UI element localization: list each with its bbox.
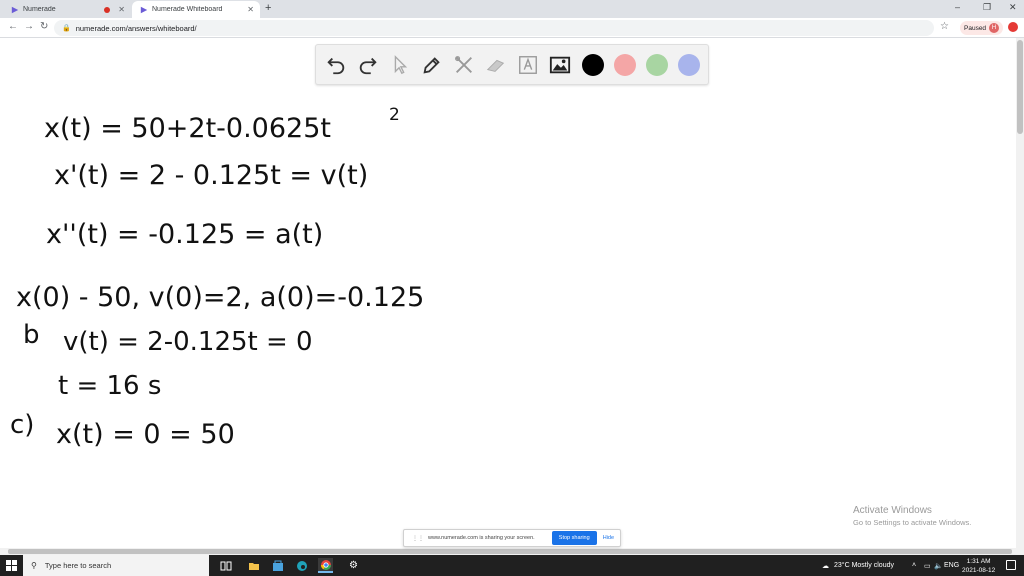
image-tool[interactable] [548, 53, 572, 77]
store-icon[interactable] [270, 558, 285, 573]
handwriting-label-c: c) [10, 410, 34, 440]
taskbar-search-input[interactable]: ⚲ Type here to search [23, 555, 209, 576]
reload-button[interactable]: ↻ [40, 21, 48, 32]
eraser-tool[interactable] [484, 53, 508, 77]
settings-gear-icon[interactable]: ⚙ [346, 558, 361, 573]
recording-icon [104, 6, 111, 13]
eraser-icon [486, 59, 505, 72]
search-icon: ⚲ [31, 561, 37, 570]
windows-start-icon[interactable] [6, 560, 17, 571]
clock-time: 1:31 AM [966, 558, 991, 565]
redo-button[interactable] [356, 53, 380, 77]
tab-title: Numerade [23, 6, 56, 13]
hide-button[interactable]: Hide [597, 535, 620, 541]
task-view-icon[interactable] [218, 558, 233, 573]
handwriting-label-b: b [23, 320, 40, 350]
screen: Numerade ✕ Numerade Whiteboard ✕ + – ❐ ✕… [0, 0, 1024, 576]
share-message: www.numerade.com is sharing your screen. [428, 535, 535, 541]
minimize-button[interactable]: – [955, 2, 960, 12]
image-icon [549, 56, 571, 74]
tab-numerade-whiteboard[interactable]: Numerade Whiteboard ✕ [132, 1, 260, 18]
address-text: numerade.com/answers/whiteboard/ [75, 23, 197, 33]
horizontal-scrollbar[interactable] [0, 548, 1024, 555]
watermark-title: Activate Windows [853, 505, 932, 516]
file-explorer-icon[interactable] [246, 558, 261, 573]
handwriting-exponent: 2 [389, 105, 400, 125]
forward-button[interactable]: → [24, 21, 34, 32]
text-tool[interactable] [516, 53, 540, 77]
close-window-button[interactable]: ✕ [1009, 2, 1017, 13]
undo-button[interactable] [324, 53, 348, 77]
color-green-swatch[interactable] [646, 54, 668, 76]
clock-date: 2021-08-12 [962, 567, 996, 574]
watermark-subtitle: Go to Settings to activate Windows. [853, 518, 972, 527]
handwriting-layer: x(t) = 50+2t-0.0625t 2 x'(t) = 2 - 0.125… [10, 105, 424, 450]
chrome-icon[interactable] [318, 558, 333, 573]
lock-icon: 🔒 [62, 25, 71, 32]
handwriting-line-3: x''(t) = -0.125 = a(t) [46, 219, 323, 250]
color-black-swatch[interactable] [582, 54, 604, 76]
pointer-tool[interactable] [388, 53, 412, 77]
language-indicator[interactable]: ENG [944, 555, 959, 576]
numerade-logo-icon [140, 6, 148, 13]
weather-cloud-icon: ☁ [822, 562, 829, 570]
screen-share-bar: ⋮⋮ www.numerade.com is sharing your scre… [403, 529, 621, 547]
handwriting-line-2: x'(t) = 2 - 0.125t = v(t) [54, 160, 368, 191]
browser-toolbar: ← → ↻ 🔒 numerade.com/answers/whiteboard/… [0, 18, 1024, 38]
handwriting-line-1: x(t) = 50+2t-0.0625t [44, 113, 331, 144]
profile-status: Paused [964, 24, 987, 32]
browser-tab-strip: Numerade ✕ Numerade Whiteboard ✕ + – ❐ ✕ [0, 0, 1024, 18]
handwriting-line-6: t = 16 s [58, 371, 161, 401]
close-tab-icon[interactable]: ✕ [247, 5, 254, 14]
undo-icon [327, 57, 345, 75]
profile-button[interactable]: Paused H [960, 21, 1004, 35]
address-bar[interactable]: 🔒 numerade.com/answers/whiteboard/ [54, 20, 934, 36]
handwriting-line-5: v(t) = 2-0.125t = 0 [63, 327, 313, 357]
notification-icon[interactable] [1006, 560, 1016, 570]
avatar: H [989, 23, 1000, 33]
pen-tool[interactable] [420, 53, 444, 77]
color-red-swatch[interactable] [614, 54, 636, 76]
network-icon[interactable]: ▭ [924, 555, 931, 576]
volume-icon[interactable]: 🔈 [934, 555, 943, 576]
redo-icon [359, 57, 377, 75]
weather-text: 23°C Mostly cloudy [834, 562, 894, 569]
close-tab-icon[interactable]: ✕ [118, 5, 125, 14]
drag-handle-icon[interactable]: ⋮⋮ [412, 535, 424, 542]
search-placeholder: Type here to search [44, 561, 112, 570]
windows-taskbar: ⚲ Type here to search ⚙ ☁ 23°C Mostly cl… [0, 555, 1024, 576]
tools-button[interactable] [452, 53, 476, 77]
system-clock[interactable]: 1:31 AM 2021-08-12 [962, 557, 995, 575]
bookmark-star-icon[interactable]: ☆ [940, 21, 949, 32]
tray-chevron-icon[interactable]: ˄ [912, 555, 916, 576]
vertical-scrollbar[interactable] [1016, 38, 1024, 548]
scrollbar-thumb[interactable] [1017, 40, 1023, 134]
numerade-logo-icon [11, 6, 19, 13]
weather-widget[interactable]: ☁ 23°C Mostly cloudy [822, 555, 894, 576]
tab-title: Numerade Whiteboard [152, 6, 223, 13]
new-tab-button[interactable]: + [265, 2, 271, 14]
edge-icon[interactable] [294, 558, 309, 573]
scrollbar-thumb[interactable] [8, 549, 1012, 554]
activate-windows-watermark: Activate Windows Go to Settings to activ… [853, 505, 971, 527]
text-icon [519, 56, 537, 74]
stop-sharing-button[interactable]: Stop sharing [551, 531, 597, 545]
back-button[interactable]: ← [8, 21, 18, 32]
tab-numerade[interactable]: Numerade ✕ [3, 1, 131, 18]
tools-icon [455, 56, 472, 73]
pointer-icon [394, 55, 408, 75]
color-blue-swatch[interactable] [678, 54, 700, 76]
pen-icon [423, 57, 440, 74]
maximize-button[interactable]: ❐ [983, 2, 991, 13]
handwriting-line-7: x(t) = 0 = 50 [56, 419, 235, 450]
handwriting-line-4: x(0) - 50, v(0)=2, a(0)=-0.125 [16, 282, 424, 313]
whiteboard-toolbar [315, 44, 709, 85]
extension-icon[interactable] [1008, 22, 1018, 32]
